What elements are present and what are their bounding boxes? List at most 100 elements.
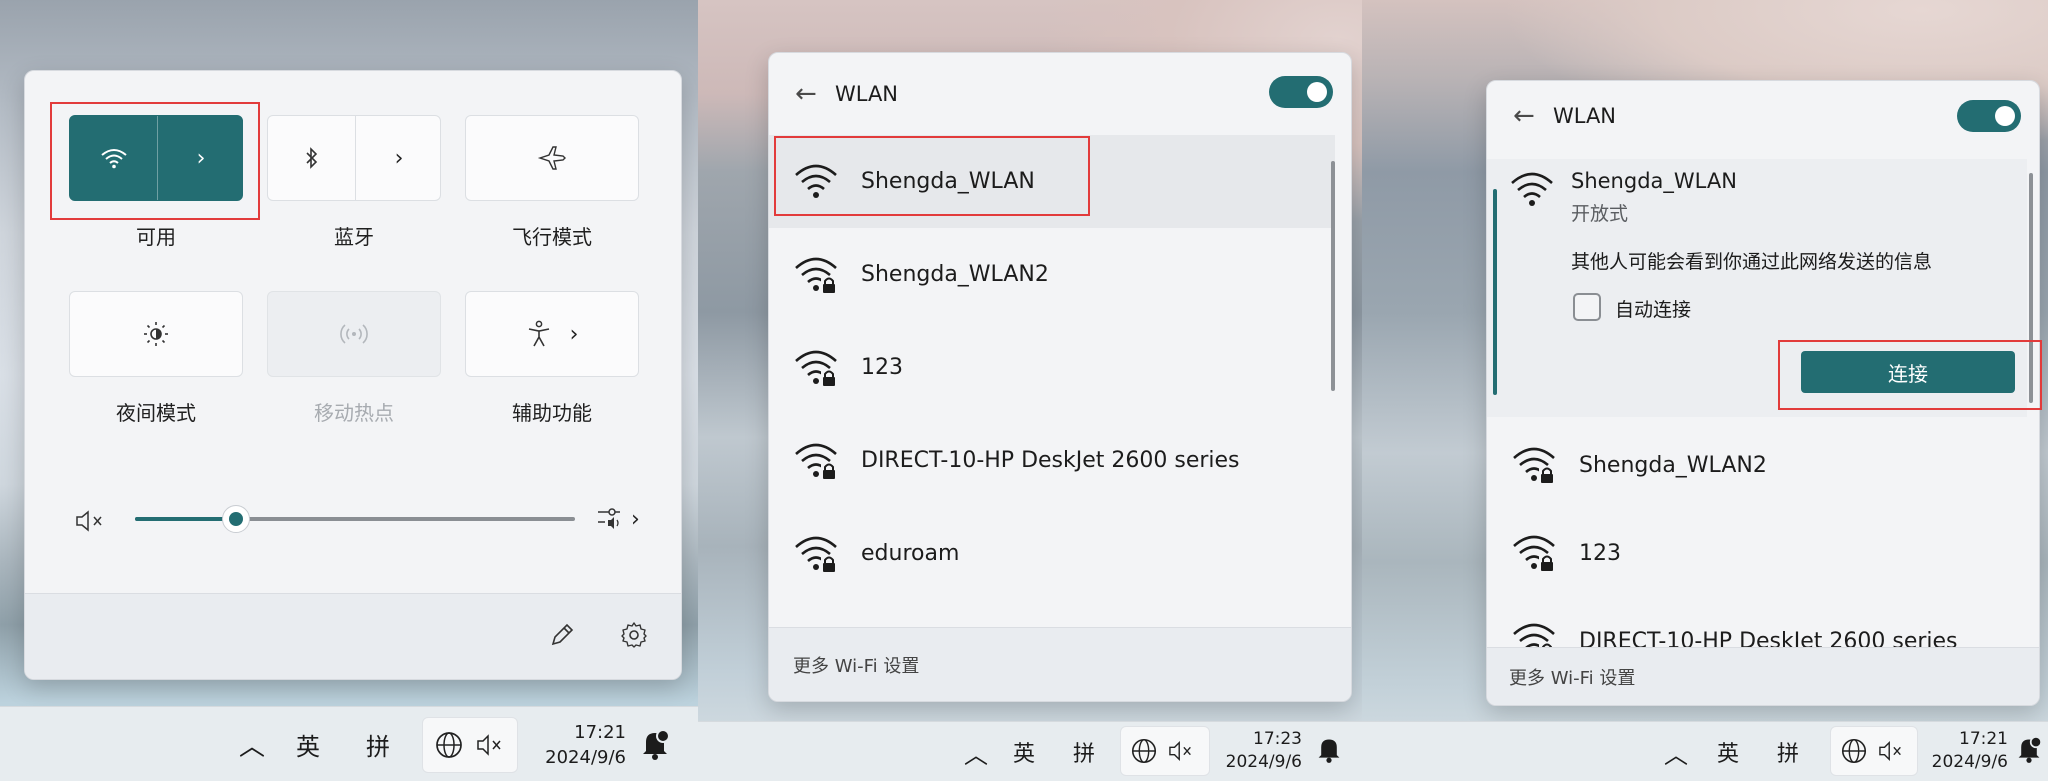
speaker-muted-icon xyxy=(1169,740,1191,762)
network-highlight xyxy=(774,136,1090,216)
input-language-indicator[interactable]: 英 xyxy=(288,707,328,781)
network-volume-tray-button[interactable] xyxy=(1120,726,1210,776)
network-list-item[interactable]: eduroam xyxy=(769,507,1335,600)
settings-button[interactable] xyxy=(619,620,651,652)
network-name: Shengda_WLAN2 xyxy=(1579,452,1767,478)
wlan-connect-screenshot: ← WLAN Shengda_WLAN 开放式 其他人可能会看到你通过此网络发送… xyxy=(1362,0,2048,781)
connect-button-highlight xyxy=(1778,340,2042,410)
bluetooth-toggle-button[interactable] xyxy=(268,116,355,200)
globe-icon xyxy=(436,732,462,758)
airplane-mode-tile[interactable] xyxy=(465,115,639,201)
wifi-secured-icon xyxy=(1513,535,1555,572)
volume-slider-fill xyxy=(135,517,236,521)
network-list-item[interactable]: 123 xyxy=(1487,509,2027,597)
network-volume-tray-button[interactable] xyxy=(422,717,518,773)
accessibility-tile-label: 辅助功能 xyxy=(512,401,592,425)
auto-connect-checkbox[interactable] xyxy=(1573,293,1601,321)
wlan-header: ← WLAN xyxy=(769,59,1351,129)
network-name: 123 xyxy=(1579,540,1621,566)
wlan-title: WLAN xyxy=(835,82,899,106)
scrollbar[interactable] xyxy=(1331,161,1335,391)
clock-date: 2024/9/6 xyxy=(545,746,626,768)
wlan-toggle[interactable] xyxy=(1957,100,2021,132)
mobile-hotspot-tile xyxy=(267,291,441,377)
back-arrow-icon[interactable]: ← xyxy=(795,79,835,109)
network-list-item[interactable]: DIRECT-10-HP DeskJet 2600 series xyxy=(769,414,1335,507)
taskbar: ︿ 英 拼 17:21 2024/9/6 xyxy=(1362,721,2048,781)
globe-icon xyxy=(1131,738,1157,764)
show-hidden-icons-button[interactable]: ︿ xyxy=(956,722,996,781)
network-icon-wrap xyxy=(1511,444,1561,486)
wifi-icon xyxy=(1511,172,1553,206)
accessibility-tile[interactable]: › xyxy=(465,291,639,377)
taskbar-clock[interactable]: 17:21 2024/9/6 xyxy=(1924,722,2008,781)
wlan-footer: 更多 Wi-Fi 设置 xyxy=(1487,647,2039,705)
chevron-right-icon: › xyxy=(394,145,404,171)
bluetooth-expand-button[interactable]: › xyxy=(356,116,442,200)
input-language-indicator[interactable]: 英 xyxy=(1004,722,1044,781)
wlan-toggle[interactable] xyxy=(1269,76,1333,108)
notification-bell-icon[interactable] xyxy=(640,727,670,761)
wifi-secured-icon xyxy=(1513,447,1555,484)
more-wifi-settings-link[interactable]: 更多 Wi-Fi 设置 xyxy=(1509,664,1635,690)
wifi-secured-icon xyxy=(795,443,837,480)
auto-connect-label: 自动连接 xyxy=(1615,299,1692,321)
network-volume-tray-button[interactable] xyxy=(1830,726,1918,776)
hotspot-icon xyxy=(340,324,368,344)
network-icon-wrap xyxy=(793,533,843,575)
chevron-right-icon: › xyxy=(631,506,640,532)
network-list-item[interactable]: Shengda_WLAN2 xyxy=(769,228,1335,321)
speaker-muted-icon xyxy=(76,510,102,532)
toggle-knob xyxy=(1307,82,1327,102)
notification-bell-icon[interactable] xyxy=(2016,734,2042,764)
gear-icon xyxy=(621,622,647,648)
more-wifi-settings-link[interactable]: 更多 Wi-Fi 设置 xyxy=(793,652,919,678)
night-light-icon-wrap xyxy=(70,292,242,376)
taskbar-clock[interactable]: 17:23 2024/9/6 xyxy=(1218,722,1302,781)
volume-mute-button[interactable] xyxy=(73,505,109,537)
clock-time: 17:21 xyxy=(1959,729,2008,749)
pencil-icon xyxy=(551,623,574,646)
wifi-tile-highlight xyxy=(50,102,260,220)
taskbar: ︿ 英 拼 17:23 2024/9/6 xyxy=(698,721,1362,781)
clock-time: 17:21 xyxy=(574,721,626,743)
bluetooth-tile-label: 蓝牙 xyxy=(334,225,374,249)
wifi-secured-icon xyxy=(795,536,837,573)
ime-mode-indicator[interactable]: 拼 xyxy=(358,707,398,781)
show-hidden-icons-button[interactable]: ︿ xyxy=(1656,722,1696,781)
show-hidden-icons-button[interactable]: ︿ xyxy=(232,707,272,781)
audio-output-button[interactable]: › xyxy=(595,501,647,537)
wlan-title: WLAN xyxy=(1553,104,1617,128)
airplane-icon-wrap xyxy=(466,116,638,200)
network-icon-wrap xyxy=(1511,532,1561,574)
network-name: DIRECT-10-HP DeskJet 2600 series xyxy=(861,448,1240,473)
input-language-indicator[interactable]: 英 xyxy=(1708,722,1748,781)
wlan-list-screenshot: ← WLAN Shengda_WLAN Shengda_WLAN2 123 DIREC… xyxy=(698,0,1362,781)
clock-date: 2024/9/6 xyxy=(1931,752,2008,772)
ime-mode-indicator[interactable]: 拼 xyxy=(1768,722,1808,781)
back-arrow-icon[interactable]: ← xyxy=(1513,101,1553,131)
selection-indicator xyxy=(1493,189,1497,395)
night-light-tile[interactable] xyxy=(69,291,243,377)
wifi-icon-wrap xyxy=(1509,169,1555,209)
speaker-muted-icon xyxy=(477,734,501,756)
night-light-tile-label: 夜间模式 xyxy=(116,401,196,425)
ime-mode-indicator[interactable]: 拼 xyxy=(1064,722,1104,781)
clock-time: 17:23 xyxy=(1253,729,1302,749)
toggle-knob xyxy=(1995,106,2015,126)
notification-bell-icon[interactable] xyxy=(1316,734,1342,764)
clock-date: 2024/9/6 xyxy=(1225,752,1302,772)
hotspot-icon-wrap xyxy=(268,292,440,376)
taskbar-clock[interactable]: 17:21 2024/9/6 xyxy=(530,707,626,781)
selected-network-name: Shengda_WLAN xyxy=(1571,169,1737,193)
quick-settings-screenshot: › 可用 › 蓝牙 飞行模式 夜间模式 移动热点 › 辅助功能 › ︿ 英 拼 … xyxy=(0,0,698,781)
security-type: 开放式 xyxy=(1571,203,1629,225)
network-list-item[interactable]: Shengda_WLAN2 xyxy=(1487,421,2027,509)
globe-icon xyxy=(1841,738,1867,764)
network-name: eduroam xyxy=(861,541,960,566)
network-list-item[interactable]: 123 xyxy=(769,321,1335,414)
bluetooth-tile[interactable]: › xyxy=(267,115,441,201)
edit-quick-settings-button[interactable] xyxy=(547,620,579,652)
volume-slider-thumb[interactable] xyxy=(222,505,250,533)
accessibility-icon-wrap: › xyxy=(466,292,638,376)
